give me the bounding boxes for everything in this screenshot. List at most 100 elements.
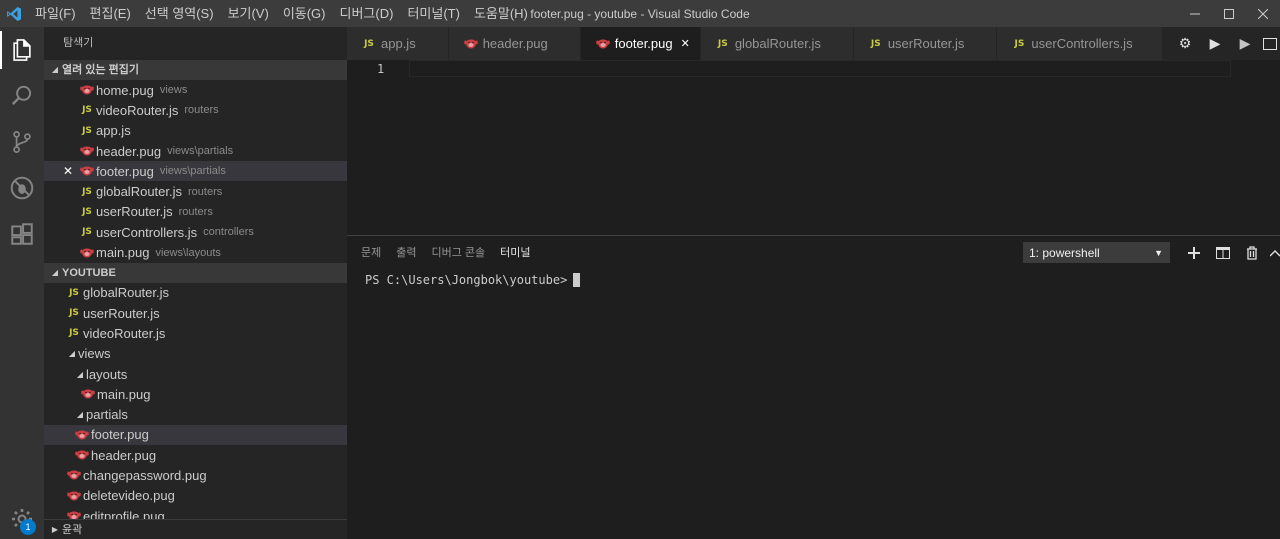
file-name: userRouter.js [83,305,160,321]
file-path-description: routers [188,185,223,198]
tab-output[interactable]: 출력 [396,244,416,262]
open-editor-item[interactable]: header.pug views\partials [44,141,347,161]
pug-file-icon [74,429,90,441]
outline-header[interactable]: ▶ 윤곽 [44,519,347,539]
bottom-panel: 문제 출력 디버그 콘솔 터미널 1: powershell ▼ PS C:\U… [347,235,1280,539]
menu-selection[interactable]: 선택 영역(S) [138,0,221,27]
tab-debug-console[interactable]: 디버그 콘솔 [432,244,486,262]
line-number: 1 [377,62,385,76]
js-file-icon: JS [82,105,92,116]
menu-view[interactable]: 보기(V) [221,0,276,27]
terminal-output[interactable]: PS C:\Users\Jongbok\youtube> [365,273,581,287]
tab-label: header.pug [482,36,548,51]
explorer-icon[interactable] [0,27,44,73]
open-editor-item[interactable]: home.pug views [44,80,347,100]
open-editors-header[interactable]: ◢ 열려 있는 편집기 [44,60,347,80]
file-path-description: routers [178,205,213,218]
run-icon[interactable]: ▶ [1200,27,1230,60]
pug-file-icon [79,84,95,96]
terminal-select[interactable]: 1: powershell ▼ [1023,242,1170,263]
close-icon[interactable]: ✕ [681,37,690,50]
editor-tabs: JS app.js header.pug footer.pug ✕ JS globalRou… [347,27,1280,60]
tab-label: footer.pug [614,36,673,51]
open-editor-item[interactable]: JS app.js [44,121,347,141]
maximize-button[interactable] [1212,0,1246,27]
file-item[interactable]: JS globalRouter.js [44,283,347,303]
minimize-button[interactable] [1178,0,1212,27]
editor-tab[interactable]: JS app.js [347,27,449,60]
js-file-icon: JS [717,38,728,49]
tab-problems[interactable]: 문제 [361,244,381,262]
file-name: globalRouter.js [83,285,169,301]
extensions-icon[interactable] [0,211,44,257]
file-item[interactable]: footer.pug [44,424,347,446]
js-file-icon: JS [82,186,92,197]
open-editor-item[interactable]: JS userRouter.js routers [44,202,347,222]
split-editor-icon[interactable] [1260,27,1280,60]
menu-help[interactable]: 도움말(H) [467,0,535,27]
open-editor-item[interactable]: ✕ footer.pug views\partials [44,161,347,182]
file-path-description: views [159,84,188,97]
folder-item[interactable]: ◢ layouts [44,364,347,384]
tab-label: userControllers.js [1031,36,1133,51]
close-icon[interactable]: ✕ [63,164,73,178]
open-editor-item[interactable]: JS userControllers.js controllers [44,222,347,242]
js-file-icon: JS [870,38,881,49]
file-name: app.js [96,123,131,139]
js-file-icon: JS [82,206,92,217]
file-name: userControllers.js [96,224,198,240]
menu-go[interactable]: 이동(G) [276,0,333,27]
folder-item[interactable]: ◢ views [44,344,347,364]
gear-icon[interactable]: ⚙ [1170,27,1200,60]
file-item[interactable]: JS userRouter.js [44,303,347,323]
pug-file-icon [79,247,95,259]
file-item[interactable]: JS videoRouter.js [44,323,347,343]
menu-file[interactable]: 파일(F) [28,0,83,27]
new-terminal-icon[interactable] [1179,242,1208,263]
pug-file-icon [595,38,611,50]
editor-tab[interactable]: JS userRouter.js [853,27,998,60]
editor-tab[interactable]: header.pug [448,27,581,60]
maximize-panel-icon[interactable] [1266,242,1280,263]
debug-icon[interactable] [0,165,44,211]
current-line-highlight [409,60,1231,77]
editor-tab[interactable]: footer.pug ✕ [580,27,701,60]
file-name: header.pug [96,143,162,159]
close-window-button[interactable] [1246,0,1280,27]
split-terminal-icon[interactable] [1208,242,1237,263]
trash-icon[interactable] [1237,242,1266,263]
menu-debug[interactable]: 디버그(D) [333,0,401,27]
file-item[interactable]: deletevideo.pug [44,486,347,506]
file-item[interactable]: header.pug [44,445,347,465]
menu-terminal[interactable]: 터미널(T) [400,0,466,27]
file-path-description: views\layouts [155,246,221,259]
file-name: main.pug [97,386,151,402]
project-tree: JS globalRouter.js JS userRouter.js JS videoR… [44,283,347,527]
open-editor-item[interactable]: main.pug views\layouts [44,242,347,262]
menu-edit[interactable]: 편집(E) [83,0,138,27]
run-debug-icon[interactable]: ▶ [1230,27,1260,60]
file-path-description: views\partials [159,165,226,178]
chevron-down-icon: ◢ [51,65,59,74]
tab-label: userRouter.js [887,36,965,51]
activity-bar: 1 [0,27,44,539]
manage-gear-icon[interactable]: 1 [0,499,44,539]
folder-item[interactable]: ◢ partials [44,404,347,424]
source-control-icon[interactable] [0,119,44,165]
editor-tab[interactable]: JS globalRouter.js [700,27,854,60]
code-editor[interactable]: 1 [347,60,1280,235]
file-item[interactable]: main.pug [44,384,347,404]
open-editor-item[interactable]: JS videoRouter.js routers [44,100,347,120]
project-header[interactable]: ◢ YOUTUBE [44,262,347,283]
js-file-icon: JS [69,328,79,339]
chevron-right-icon: ▶ [51,524,59,534]
file-name: footer.pug [91,427,149,443]
editor-tab[interactable]: JS userControllers.js [997,27,1166,60]
file-name: footer.pug [96,163,154,179]
file-item[interactable]: changepassword.pug [44,465,347,485]
js-file-icon: JS [69,287,79,298]
search-icon[interactable] [0,73,44,119]
file-path-description: controllers [203,226,254,239]
open-editor-item[interactable]: JS globalRouter.js routers [44,181,347,201]
tab-terminal[interactable]: 터미널 [500,244,530,262]
